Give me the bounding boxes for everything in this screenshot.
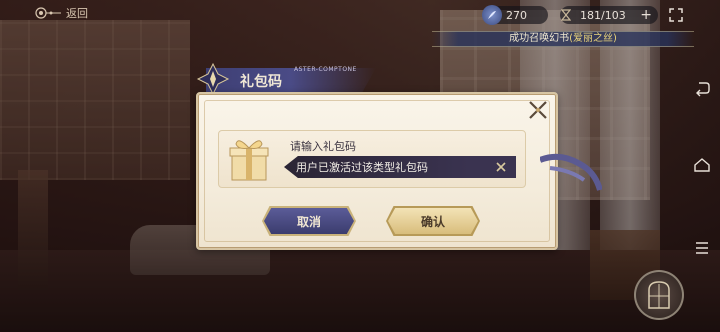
feather-currency: 270	[482, 5, 548, 25]
stamina-value: 181/103	[580, 8, 626, 22]
plus-icon[interactable]: +	[640, 8, 652, 22]
ticker-middle: 幻书	[549, 33, 570, 44]
dialog-subtitle: ASTER-COMPTONE	[294, 66, 357, 73]
gift-box-icon	[224, 134, 274, 184]
cancel-button[interactable]: 取消	[264, 208, 354, 234]
nav-back-icon[interactable]	[692, 78, 712, 98]
feather-value: 270	[506, 8, 527, 22]
feather-icon	[482, 5, 502, 25]
window-emblem-icon[interactable]	[634, 270, 684, 320]
hourglass-icon	[556, 5, 576, 25]
ribbon-decoration	[538, 150, 603, 200]
stamina-counter: 181/103 +	[560, 6, 658, 24]
nav-recents-icon[interactable]	[692, 238, 712, 258]
gift-code-value: 用户已激活过该类型礼包码	[296, 161, 428, 174]
dialog-title: 礼包码	[240, 74, 282, 90]
fullscreen-icon[interactable]	[666, 6, 686, 24]
nav-home-icon[interactable]	[692, 155, 712, 175]
clear-x-icon[interactable]	[492, 159, 510, 175]
back-ornament-icon	[34, 6, 62, 20]
ticker-suffix: (爱丽之丝)	[569, 33, 617, 44]
header-emblem-icon	[196, 62, 230, 96]
back-label: 返回	[66, 7, 88, 20]
gift-code-input[interactable]: 用户已激活过该类型礼包码	[284, 156, 516, 178]
announcement-ticker: 成功召唤幻书(爱丽之丝)	[432, 31, 694, 47]
confirm-button[interactable]: 确认	[388, 208, 478, 234]
dialog-header: 礼包码 ASTER-COMPTONE	[196, 62, 386, 96]
ticker-prefix: 成功召唤	[509, 33, 550, 44]
code-field-label: 请输入礼包码	[290, 140, 356, 153]
system-nav-bar	[684, 60, 720, 290]
close-x-icon[interactable]	[524, 96, 552, 124]
back-button[interactable]: 返回	[34, 4, 88, 22]
